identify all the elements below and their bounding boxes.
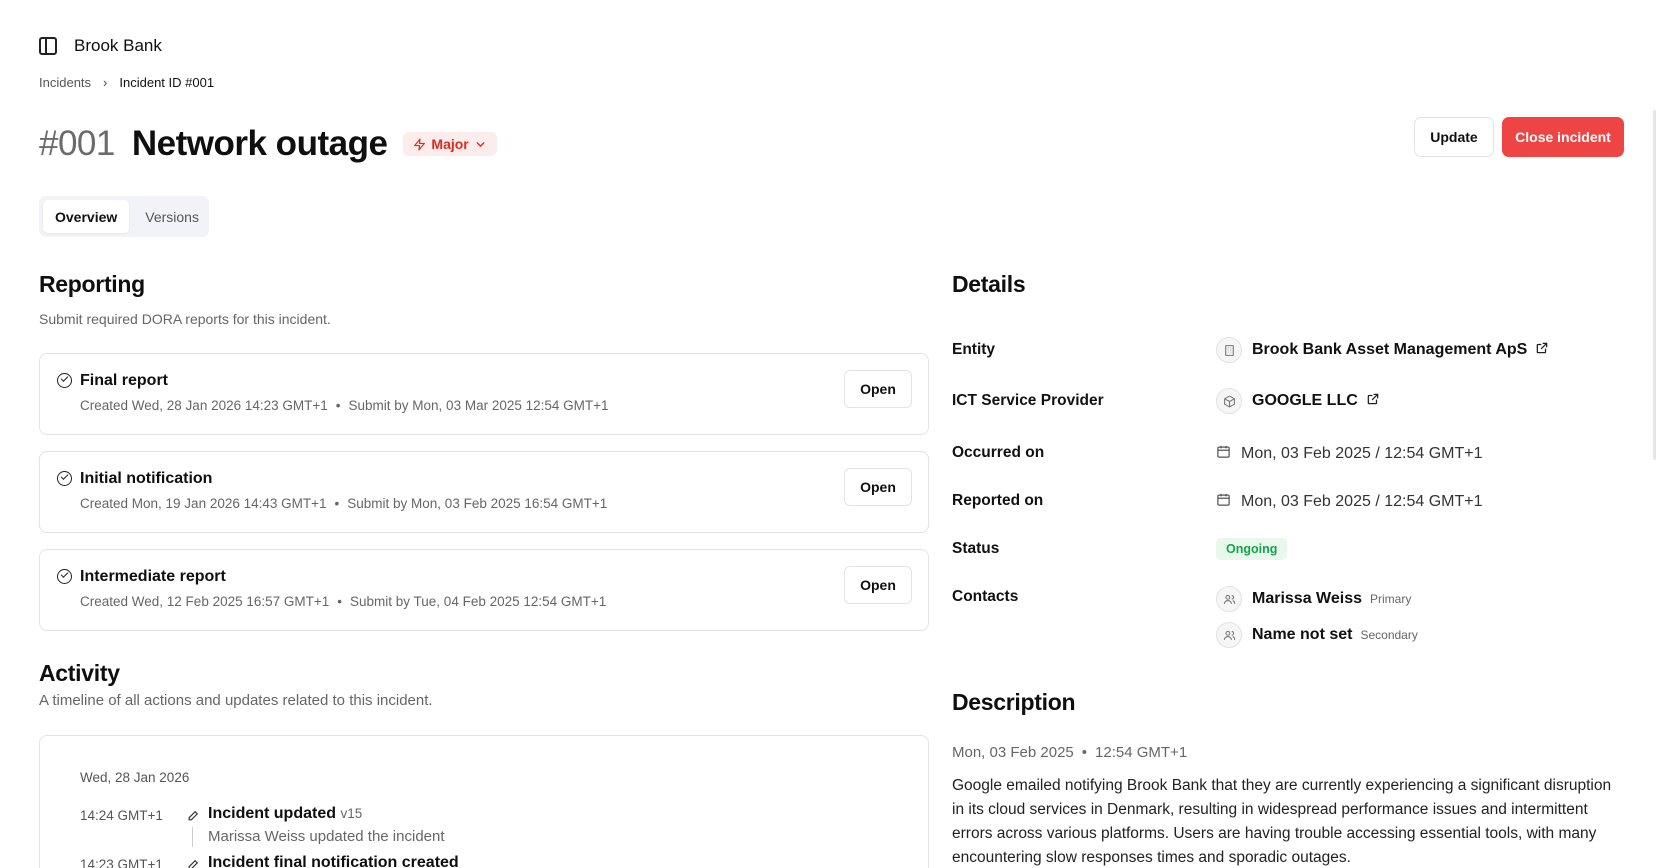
calendar-icon	[1216, 492, 1241, 512]
ict-provider-name[interactable]: GOOGLE LLC	[1252, 392, 1358, 410]
breadcrumb-incidents-link[interactable]: Incidents	[39, 75, 91, 90]
entity-label: Entity	[952, 341, 996, 358]
occurred-on-label: Occurred on	[952, 444, 1045, 461]
breadcrumb: Incidents › Incident ID #001	[39, 75, 214, 90]
reported-on-value: Mon, 03 Feb 2025 / 12:54 GMT+1	[1216, 492, 1482, 512]
severity-dropdown[interactable]: Major	[403, 132, 497, 156]
chevron-right-icon: ›	[103, 75, 108, 90]
report-card: Final report Created Wed, 28 Jan 2026 14…	[39, 353, 929, 435]
pencil-icon	[188, 810, 199, 821]
report-meta: Created Wed, 12 Feb 2025 16:57 GMT+1 • Sub…	[80, 594, 607, 609]
version-tag: v15	[340, 806, 363, 821]
top-bar: Brook Bank	[39, 36, 162, 56]
entity-name[interactable]: Brook Bank Asset Management ApS	[1252, 341, 1527, 359]
report-created: Created Mon, 19 Jan 2026 14:43 GMT+1	[80, 496, 327, 511]
report-card: Intermediate report Created Wed, 12 Feb …	[39, 549, 929, 631]
report-title: Intermediate report	[80, 568, 226, 585]
contacts-label: Contacts	[952, 588, 1019, 605]
calendar-icon	[1216, 444, 1241, 464]
circle-check-icon	[57, 569, 72, 584]
pencil-icon	[188, 859, 199, 868]
entity-value: Brook Bank Asset Management ApS	[1216, 337, 1549, 363]
contact-row: Name not set Secondary	[1216, 622, 1418, 648]
update-button[interactable]: Update	[1414, 117, 1494, 157]
external-link-icon[interactable]	[1527, 341, 1549, 360]
incident-id: #001	[39, 124, 115, 163]
report-meta: Created Wed, 28 Jan 2026 14:23 GMT+1 • Sub…	[80, 398, 609, 413]
activity-heading: Activity	[39, 660, 120, 686]
breadcrumb-current: Incident ID #001	[119, 75, 215, 90]
activity-time: 14:23 GMT+1	[80, 857, 163, 868]
activity-date: Wed, 28 Jan 2026	[80, 770, 190, 785]
users-icon	[1216, 586, 1242, 612]
open-report-button[interactable]: Open	[844, 566, 912, 604]
activity-title: Incident updated v15	[208, 805, 362, 823]
report-submit-by: Submit by Mon, 03 Feb 2025 16:54 GMT+1	[347, 496, 608, 511]
activity-description: Marissa Weiss updated the incident	[208, 828, 445, 845]
tab-versions[interactable]: Versions	[133, 200, 211, 233]
external-link-icon[interactable]	[1358, 392, 1380, 411]
status-value: Ongoing	[1216, 538, 1288, 560]
report-meta: Created Mon, 19 Jan 2026 14:43 GMT+1 • Sub…	[80, 496, 608, 511]
timeline-connector	[192, 827, 193, 847]
activity-event-title: Incident updated	[208, 805, 336, 822]
page-title-row: #001 Network outage Major	[39, 124, 497, 164]
report-created: Created Wed, 28 Jan 2026 14:23 GMT+1	[80, 398, 328, 413]
report-title: Final report	[80, 372, 169, 389]
report-created: Created Wed, 12 Feb 2025 16:57 GMT+1	[80, 594, 330, 609]
contact-name[interactable]: Name not set	[1252, 626, 1352, 644]
ict-provider-value: GOOGLE LLC	[1216, 388, 1380, 414]
reporting-heading: Reporting	[39, 271, 145, 297]
circle-check-icon	[57, 373, 72, 388]
description-body: Google emailed notifying Brook Bank that…	[952, 777, 1612, 866]
scrollbar[interactable]	[1653, 110, 1656, 460]
chevron-down-icon	[476, 141, 485, 147]
contact-name[interactable]: Marissa Weiss	[1252, 590, 1362, 608]
severity-label: Major	[431, 136, 469, 152]
activity-timeline: Wed, 28 Jan 2026 14:24 GMT+1 Incident up…	[39, 735, 929, 868]
report-title: Initial notification	[80, 470, 213, 487]
report-submit-by: Submit by Mon, 03 Mar 2025 12:54 GMT+1	[348, 398, 609, 413]
sidebar-toggle-icon[interactable]	[39, 37, 57, 55]
zap-icon	[414, 137, 426, 151]
description-meta: Mon, 03 Feb 2025 • 12:54 GMT+1	[952, 744, 1188, 761]
occurred-on-date: Mon, 03 Feb 2025 / 12:54 GMT+1	[1241, 445, 1483, 462]
reporting-subtitle: Submit required DORA reports for this in…	[39, 311, 331, 327]
reported-on-label: Reported on	[952, 492, 1044, 509]
description-date: Mon, 03 Feb 2025	[952, 744, 1074, 761]
reported-on-date: Mon, 03 Feb 2025 / 12:54 GMT+1	[1241, 493, 1483, 510]
close-incident-button[interactable]: Close incident	[1502, 117, 1624, 157]
status-label: Status	[952, 540, 1000, 557]
contact-row: Marissa Weiss Primary	[1216, 586, 1411, 612]
building-icon	[1216, 337, 1242, 363]
activity-title: Incident final notification created	[208, 854, 459, 868]
description-time: 12:54 GMT+1	[1095, 744, 1188, 761]
report-card: Initial notification Created Mon, 19 Jan…	[39, 451, 929, 533]
package-icon	[1216, 388, 1242, 414]
activity-subtitle: A timeline of all actions and updates re…	[39, 692, 433, 709]
users-icon	[1216, 622, 1242, 648]
circle-check-icon	[57, 471, 72, 486]
page-title: Network outage	[131, 124, 388, 163]
contact-role: Primary	[1370, 592, 1412, 606]
description-heading: Description	[952, 689, 1076, 715]
report-submit-by: Submit by Tue, 04 Feb 2025 12:54 GMT+1	[350, 594, 607, 609]
tab-overview[interactable]: Overview	[43, 200, 130, 233]
open-report-button[interactable]: Open	[844, 468, 912, 506]
tab-list: Overview Versions	[39, 196, 209, 237]
contact-role: Secondary	[1360, 628, 1418, 642]
brand-name: Brook Bank	[74, 36, 162, 55]
status-badge: Ongoing	[1216, 538, 1288, 560]
details-heading: Details	[952, 271, 1026, 297]
activity-time: 14:24 GMT+1	[80, 808, 163, 823]
open-report-button[interactable]: Open	[844, 370, 912, 408]
ict-provider-label: ICT Service Provider	[952, 392, 1104, 409]
occurred-on-value: Mon, 03 Feb 2025 / 12:54 GMT+1	[1216, 444, 1482, 464]
